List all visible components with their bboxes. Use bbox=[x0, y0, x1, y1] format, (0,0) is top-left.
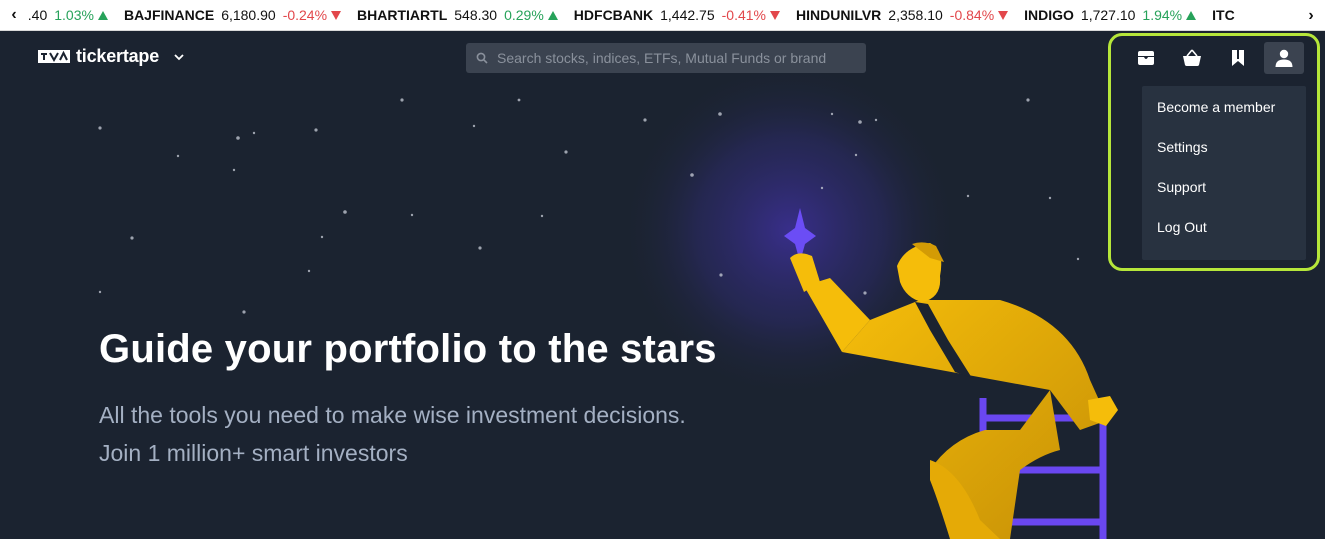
stock-ticker-bar: ‹ 4.40 1.03% BAJFINANCE 6,180.90 -0.24% BHART… bbox=[0, 0, 1325, 31]
ticker-item[interactable]: HDFCBANK 1,442.75 -0.41% bbox=[574, 7, 780, 23]
ticker-price: 548.30 bbox=[454, 7, 498, 23]
ticker-price: 6,180.90 bbox=[221, 7, 276, 23]
wallet-icon bbox=[1138, 51, 1154, 65]
triangle-up-icon bbox=[547, 10, 558, 20]
search-icon bbox=[476, 52, 488, 64]
ticker-item[interactable]: HINDUNILVR 2,358.10 -0.84% bbox=[795, 7, 1009, 23]
ticker-change: 1.94% bbox=[1142, 7, 1183, 23]
ticker-symbol: HDFCBANK bbox=[573, 7, 654, 23]
user-menu-dropdown: Become a member Settings Support Log Out bbox=[1142, 86, 1306, 260]
triangle-up-icon bbox=[97, 10, 108, 20]
hero-subtitle-line-1: All the tools you need to make wise inve… bbox=[99, 402, 686, 428]
menu-item-become-member[interactable]: Become a member bbox=[1142, 99, 1306, 139]
ticker-track: 4.40 1.03% BAJFINANCE 6,180.90 -0.24% BHARTIA… bbox=[20, 7, 1325, 23]
chevron-left-icon: ‹ bbox=[11, 6, 17, 23]
ticker-price: 1,727.10 bbox=[1080, 7, 1136, 23]
ticker-symbol: INDIGO bbox=[1024, 7, 1074, 23]
basket-button[interactable] bbox=[1172, 42, 1212, 74]
menu-item-settings[interactable]: Settings bbox=[1142, 139, 1306, 179]
chevron-down-icon[interactable] bbox=[173, 51, 185, 63]
watchlist-button[interactable] bbox=[1218, 42, 1258, 74]
ticker-price: 1,442.75 bbox=[660, 7, 715, 23]
ticker-symbol: HINDUNILVR bbox=[795, 7, 882, 23]
menu-item-support[interactable]: Support bbox=[1142, 179, 1306, 219]
ticker-symbol: ITC bbox=[1212, 7, 1235, 23]
triangle-up-icon bbox=[1186, 10, 1197, 20]
ticker-price: 2,358.10 bbox=[888, 7, 943, 23]
ticker-item[interactable]: ITC bbox=[1212, 7, 1242, 23]
ticker-change: 0.29% bbox=[504, 7, 544, 23]
header-nav-icons bbox=[1126, 42, 1304, 74]
ticker-symbol: BHARTIARTL bbox=[357, 7, 448, 23]
sparkle-star bbox=[784, 208, 816, 262]
user-account-button[interactable] bbox=[1264, 42, 1304, 74]
ticker-prev-button[interactable]: ‹ bbox=[0, 0, 28, 30]
ticker-symbol: BAJFINANCE bbox=[123, 7, 215, 23]
chevron-right-icon: › bbox=[1308, 6, 1314, 24]
search-input[interactable] bbox=[497, 50, 857, 66]
ticker-item[interactable]: BHARTIARTL 548.30 0.29% bbox=[357, 7, 558, 23]
ticker-item[interactable]: INDIGO 1,727.10 1.94% bbox=[1024, 7, 1197, 23]
triangle-down-icon bbox=[998, 10, 1009, 20]
basket-icon bbox=[1183, 49, 1201, 66]
ticker-change: 1.03% bbox=[54, 7, 94, 23]
hero-subtitle-line-2: Join 1 million+ smart investors bbox=[99, 440, 408, 466]
wallet-button[interactable] bbox=[1126, 42, 1166, 74]
ticker-change: -0.84% bbox=[949, 7, 995, 23]
user-icon bbox=[1275, 49, 1293, 67]
ticker-change: -0.24% bbox=[282, 7, 328, 23]
ticker-change: -0.41% bbox=[721, 7, 766, 23]
search-bar[interactable] bbox=[466, 43, 866, 73]
ticker-next-button[interactable]: › bbox=[1297, 0, 1325, 30]
hero-title: Guide your portfolio to the stars bbox=[99, 327, 717, 371]
triangle-down-icon bbox=[331, 10, 342, 20]
brand-name: tickertape bbox=[76, 46, 160, 66]
ladder bbox=[979, 398, 1107, 539]
climbing-figure bbox=[790, 242, 1118, 539]
menu-item-logout[interactable]: Log Out bbox=[1142, 219, 1306, 259]
bookmark-icon bbox=[1232, 50, 1244, 66]
starfield bbox=[98, 98, 1080, 314]
tickertape-logo-icon bbox=[38, 50, 70, 63]
triangle-down-icon bbox=[769, 10, 780, 20]
ticker-item[interactable]: 4.40 1.03% bbox=[20, 7, 108, 23]
brand-logo[interactable]: tickertape bbox=[38, 46, 185, 67]
hero-subtitle: All the tools you need to make wise inve… bbox=[99, 396, 686, 472]
ticker-item[interactable]: BAJFINANCE 6,180.90 -0.24% bbox=[123, 7, 342, 23]
